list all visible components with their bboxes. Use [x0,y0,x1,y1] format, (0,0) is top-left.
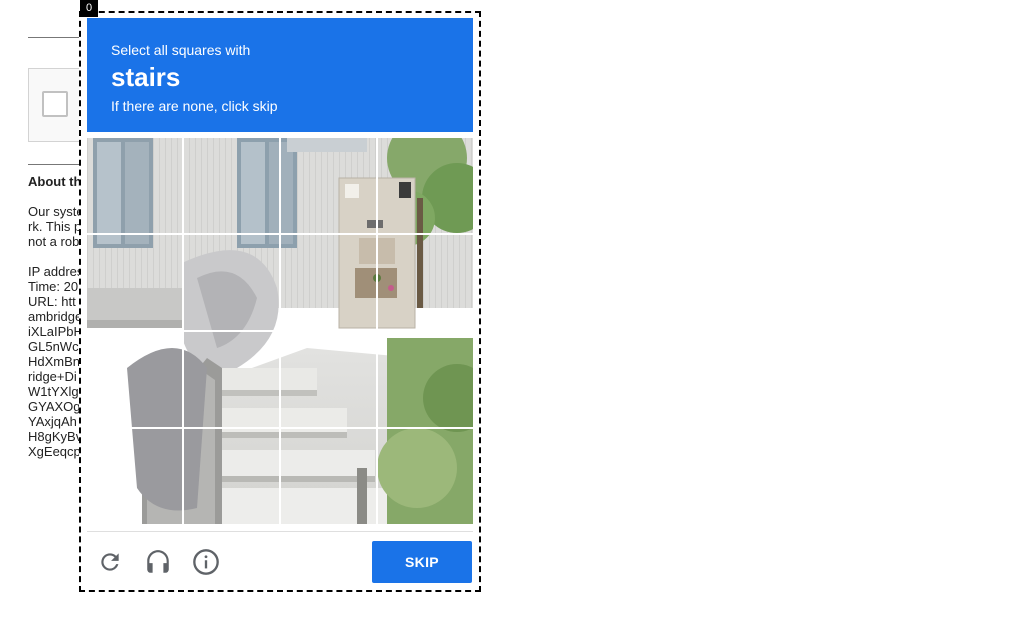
grid-tile-r3-c1[interactable] [87,332,182,427]
grid-tile-r1-c1[interactable] [87,138,182,233]
grid-tile-r2-c4[interactable] [378,235,473,330]
footer-divider [87,531,473,532]
audio-headphones-icon[interactable] [142,546,174,578]
grid-tile-r1-c2[interactable] [184,138,279,233]
grid-tile-r2-c1[interactable] [87,235,182,330]
grid-tile-r4-c3[interactable] [281,429,376,524]
grid-tile-r3-c3[interactable] [281,332,376,427]
grid-tile-r1-c3[interactable] [281,138,376,233]
grid-tile-r1-c4[interactable] [378,138,473,233]
grid-tile-r4-c4[interactable] [378,429,473,524]
challenge-instructions: Select all squares with stairs If there … [87,18,473,132]
image-grid [87,138,473,524]
instruction-text: Select all squares with [111,42,251,58]
not-a-robot-checkbox[interactable] [42,91,68,117]
grid-tile-r2-c3[interactable] [281,235,376,330]
grid-tile-r3-c2[interactable] [184,332,279,427]
grid-tile-r3-c4[interactable] [378,332,473,427]
instruction-hint: If there are none, click skip [111,98,278,114]
grid-tile-r4-c2[interactable] [184,429,279,524]
skip-button[interactable]: SKIP [372,541,472,583]
grid-tile-r2-c2[interactable] [184,235,279,330]
info-icon[interactable] [190,546,222,578]
grid-tile-r4-c1[interactable] [87,429,182,524]
target-object-label: stairs [111,62,181,92]
reload-icon[interactable] [94,546,126,578]
frame-index-badge: 0 [80,0,98,17]
